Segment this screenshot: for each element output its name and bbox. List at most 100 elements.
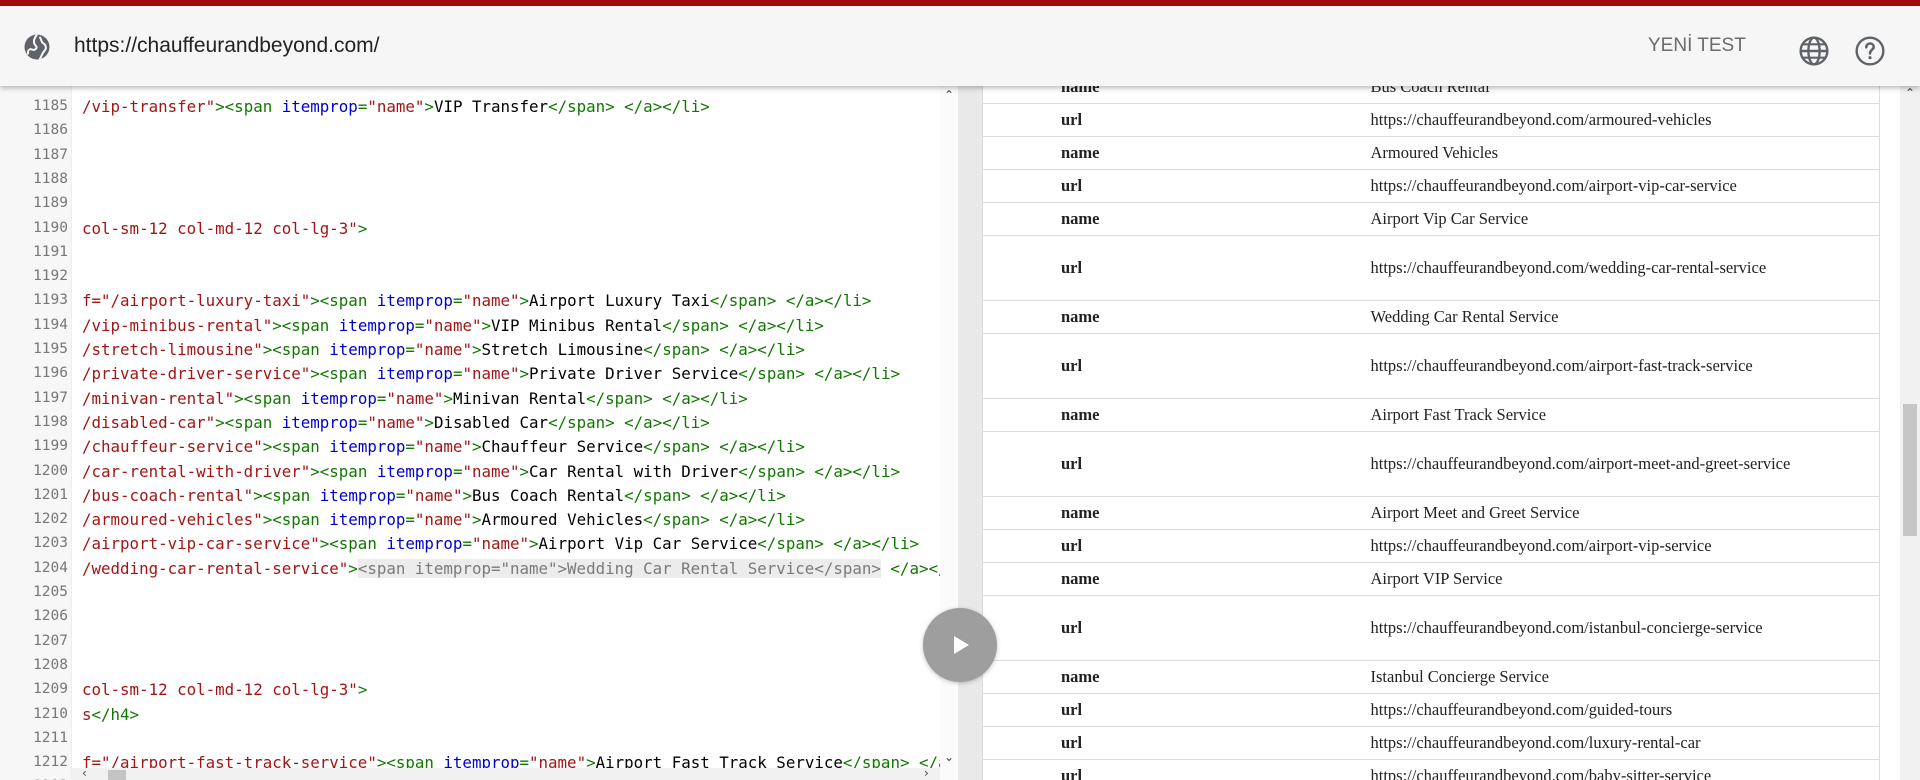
code-token: </span> </a></li> (643, 340, 805, 359)
code-line[interactable]: /wedding-car-rental-service"><span itemp… (82, 558, 940, 578)
scroll-down-icon[interactable]: ⌄ (944, 750, 954, 764)
property-value: https://chauffeurandbeyond.com/baby-sitt… (1368, 759, 1880, 780)
code-line[interactable]: f="/airport-luxury-taxi"><span itemprop=… (82, 291, 871, 310)
code-token: ><span (262, 510, 330, 530)
code-token: </h4> (91, 704, 140, 724)
play-button[interactable] (923, 608, 997, 682)
code-line[interactable]: s</h4> (82, 705, 139, 724)
results-scroll-thumb[interactable] (1903, 404, 1917, 536)
code-token: > (519, 291, 530, 311)
code-line[interactable]: /chauffeur-service"><span itemprop="name… (82, 437, 805, 456)
horizontal-scroll-thumb[interactable] (108, 770, 126, 780)
property-value: https://chauffeurandbeyond.com/wedding-c… (1368, 235, 1880, 301)
line-number: 1191 (33, 243, 68, 260)
code-token: ><span (215, 97, 282, 116)
code-line[interactable]: /minivan-rental"><span itemprop="name">M… (82, 389, 748, 408)
code-token: > (357, 680, 368, 700)
property-key: url (982, 169, 1369, 203)
code-token: /airport-vip-car-service" (82, 534, 320, 554)
table-row: name Armoured Vehicles (982, 136, 1880, 170)
code-token: Bus Coach Rental (471, 485, 625, 505)
code-line[interactable]: col-sm-12 col-md-12 col-lg-3"> (82, 219, 367, 238)
code-token: = (414, 315, 425, 335)
property-key: url (982, 759, 1369, 780)
code-token: ><span (310, 364, 377, 384)
property-key: url (982, 235, 1369, 301)
code-token: </span> </a></li> (738, 461, 900, 481)
table-row: name Airport Vip Car Service (982, 202, 1880, 236)
code-token: s (82, 704, 92, 724)
property-key: name (982, 496, 1369, 530)
table-row: name Airport Meet and Greet Service (982, 496, 1880, 530)
code-token: /car-rental-with-driver" (82, 461, 311, 481)
code-token: = (395, 485, 406, 505)
help-icon[interactable] (1854, 35, 1886, 67)
table-row: name Bus Coach Rental (982, 86, 1880, 104)
line-number: 1197 (33, 389, 68, 406)
results-table-panel: name Bus Coach Rental url https://chauffeur… (982, 86, 1900, 780)
code-line[interactable]: /armoured-vehicles"><span itemprop="name… (82, 510, 805, 529)
code-line[interactable]: /vip-transfer"><span itemprop="name">VIP… (82, 97, 710, 116)
code-area[interactable]: /vip-transfer"><span itemprop="name">VIP… (72, 86, 940, 780)
property-key: name (982, 86, 1369, 104)
property-value: Airport Vip Car Service (1368, 202, 1880, 236)
code-token: Chauffeur Service (481, 437, 644, 457)
code-line[interactable]: /bus-coach-rental"><span itemprop="name"… (82, 486, 786, 505)
table-row: url https://chauffeurandbeyond.com/airpor… (982, 529, 1880, 563)
code-token: "name" (405, 485, 463, 505)
code-token: /vip-minibus-rental" (82, 315, 273, 335)
code-line[interactable]: /private-driver-service"><span itemprop=… (82, 364, 900, 383)
table-row: url https://chauffeurandbeyond.com/armour… (982, 103, 1880, 137)
code-token: col-sm-12 col-md-12 col-lg-3" (82, 680, 358, 700)
property-value: https://chauffeurandbeyond.com/guided-to… (1368, 693, 1880, 727)
property-value: https://chauffeurandbeyond.com/istanbul-… (1368, 595, 1880, 661)
code-token: ><span (253, 485, 320, 505)
editor-horizontal-scrollbar[interactable]: ‹ › (72, 766, 940, 780)
code-token: itemprop (300, 388, 377, 408)
results-vertical-scrollbar[interactable]: ⌃ (1900, 86, 1920, 780)
table-row: name Airport VIP Service (982, 562, 1880, 596)
code-token: </span> </a></li> (757, 534, 919, 554)
scroll-up-icon[interactable]: ⌃ (944, 88, 954, 102)
code-line[interactable]: /stretch-limousine"><span itemprop="name… (82, 340, 805, 359)
code-token: Private Driver Service (529, 364, 739, 384)
code-line[interactable]: /disabled-car"><span itemprop="name">Dis… (82, 413, 710, 432)
code-token: "name" (386, 388, 444, 408)
scroll-right-icon[interactable]: › (924, 766, 929, 780)
code-token: /chauffeur-service" (82, 437, 263, 457)
property-key: url (982, 333, 1369, 399)
code-line[interactable]: /vip-minibus-rental"><span itemprop="nam… (82, 316, 824, 335)
property-key: name (982, 136, 1369, 170)
code-line[interactable]: col-sm-12 col-md-12 col-lg-3"> (82, 680, 367, 699)
code-line[interactable]: /car-rental-with-driver"><span itemprop=… (82, 462, 900, 481)
code-token: itemprop (376, 461, 453, 481)
code-token: Airport Vip Car Service (538, 534, 758, 554)
code-token: itemprop (281, 412, 358, 432)
property-value: Bus Coach Rental (1368, 86, 1880, 104)
code-token: "name" (367, 412, 425, 432)
line-number: 1194 (33, 316, 68, 333)
code-token: > (519, 364, 530, 384)
toolbar: https://chauffeurandbeyond.com/ YENİ TES… (0, 6, 1920, 86)
code-token: </a></ (890, 558, 940, 578)
new-test-button[interactable]: YENİ TEST (1648, 32, 1746, 60)
code-token: /wedding-car-rental-service" (82, 558, 349, 578)
code-token: "name" (462, 461, 520, 481)
scroll-left-icon[interactable]: ‹ (82, 766, 87, 780)
structured-data-table: name Bus Coach Rental url https://chauffeur… (982, 86, 1880, 780)
results-scroll-up-icon[interactable]: ⌃ (1905, 86, 1915, 100)
code-line[interactable]: /airport-vip-car-service"><span itemprop… (82, 534, 919, 553)
property-value: Airport Meet and Greet Service (1368, 496, 1880, 530)
code-token: VIP Transfer (433, 97, 549, 116)
code-token: /minivan-rental" (82, 388, 235, 408)
code-editor[interactable]: 1185 1186 1187 1188 1189 1190 1191 1192 1193 1194… (0, 86, 940, 780)
code-token: "name" (462, 291, 520, 311)
line-number: 1189 (33, 195, 68, 212)
code-token: > (424, 412, 434, 432)
table-row: url https://chauffeurandbeyond.com/luxury… (982, 726, 1880, 760)
code-token: "name" (414, 340, 472, 359)
property-key: url (982, 529, 1369, 563)
language-globe-icon[interactable] (1798, 35, 1830, 67)
code-token: > (443, 388, 453, 408)
code-token: /bus-coach-rental" (82, 485, 254, 505)
